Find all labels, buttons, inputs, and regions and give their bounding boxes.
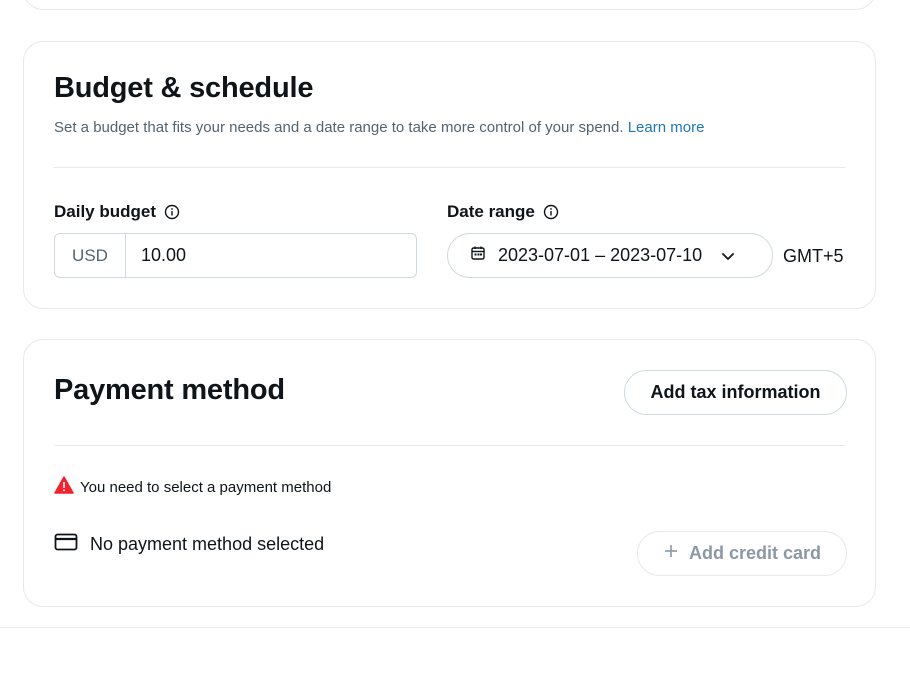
budget-schedule-card: Budget & schedule Set a budget that fits… (23, 41, 876, 309)
daily-budget-label-text: Daily budget (54, 202, 157, 221)
info-icon[interactable] (164, 204, 180, 220)
timezone-label: GMT+5 (783, 246, 844, 266)
payment-warning: You need to select a payment method (54, 476, 331, 498)
budget-amount-input[interactable]: 10.00 (126, 234, 416, 277)
budget-divider (54, 167, 845, 168)
no-payment-text: No payment method selected (90, 534, 325, 554)
add-credit-card-button[interactable]: Add credit card (637, 531, 847, 576)
footer-divider (0, 627, 910, 628)
warning-icon (54, 476, 74, 498)
date-range-label: Date range (447, 202, 559, 222)
chevron-down-icon (720, 248, 736, 264)
payment-divider (54, 445, 845, 446)
add-tax-information-button[interactable]: Add tax information (624, 370, 847, 415)
add-credit-card-label: Add credit card (688, 543, 822, 563)
credit-card-icon (54, 532, 78, 557)
currency-label: USD (55, 234, 126, 277)
date-range-value: 2023-07-01 – 2023-07-10 (498, 245, 703, 265)
budget-subtitle: Set a budget that fits your needs and a … (54, 119, 704, 136)
daily-budget-label: Daily budget (54, 202, 180, 222)
learn-more-link[interactable]: Learn more (628, 119, 705, 136)
budget-subtitle-text: Set a budget that fits your needs and a … (54, 119, 624, 136)
date-range-label-text: Date range (447, 202, 535, 221)
payment-title: Payment method (54, 374, 285, 406)
previous-card (23, 0, 876, 10)
daily-budget-field[interactable]: USD 10.00 (54, 233, 417, 278)
calendar-icon (470, 245, 486, 266)
plus-icon (663, 543, 679, 564)
payment-warning-text: You need to select a payment method (80, 478, 332, 496)
date-range-picker[interactable]: 2023-07-01 – 2023-07-10 (447, 233, 773, 278)
payment-method-card: Payment method Add tax information You n… (23, 339, 876, 607)
budget-title: Budget & schedule (54, 72, 314, 104)
info-icon[interactable] (543, 204, 559, 220)
no-payment-row: No payment method selected (54, 532, 324, 557)
